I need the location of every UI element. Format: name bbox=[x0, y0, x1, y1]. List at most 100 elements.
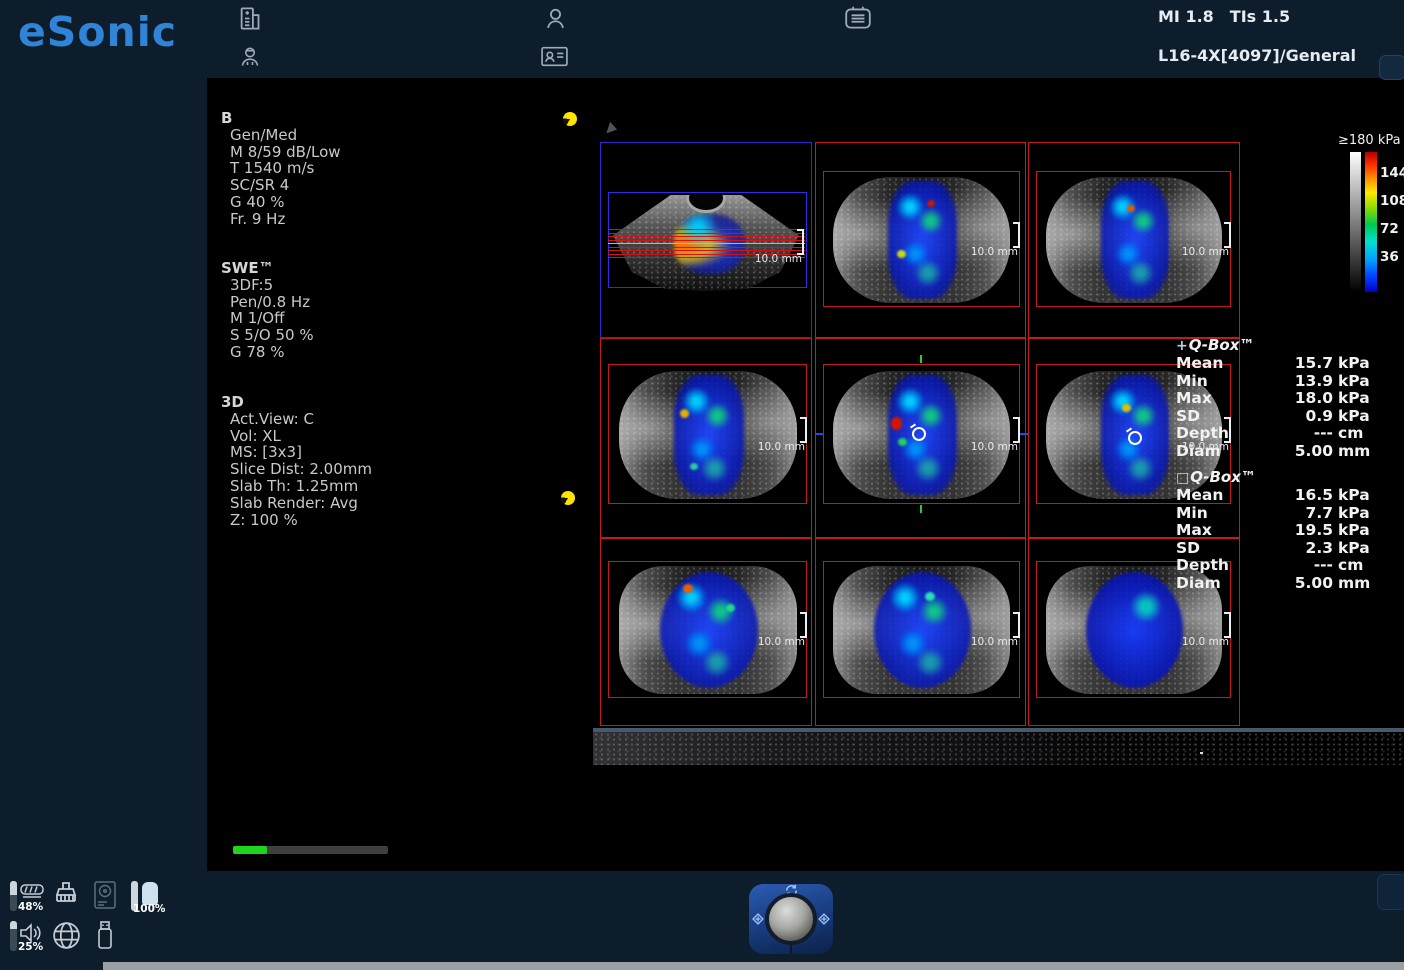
trackball-divider bbox=[790, 944, 792, 954]
colorbar-tick: 36 bbox=[1380, 249, 1399, 265]
scale-bracket-icon bbox=[1013, 417, 1020, 443]
scale-bracket-icon bbox=[1013, 612, 1020, 638]
tis-value: TIs 1.5 bbox=[1230, 7, 1290, 26]
app-logo: eSonic bbox=[18, 8, 177, 56]
param-line: Act.View: C bbox=[221, 411, 372, 428]
qbox-roi-circle[interactable] bbox=[1128, 431, 1142, 445]
b-mode-params: B Gen/Med M 8/59 dB/Low T 1540 m/s SC/SR… bbox=[221, 110, 341, 228]
param-line: Vol: XL bbox=[221, 428, 372, 445]
slice-roi-box: 10.0 mm bbox=[823, 561, 1020, 698]
pan-left-icon[interactable] bbox=[751, 912, 765, 931]
side-panel-tab-top[interactable] bbox=[1379, 55, 1404, 80]
measurement-row: Mean16.5kPa bbox=[1176, 487, 1374, 505]
patient-icon[interactable] bbox=[543, 5, 568, 32]
scale-label: 10.0 mm bbox=[1182, 636, 1229, 648]
bottom-taskbar bbox=[103, 962, 1404, 970]
slice-cell[interactable]: 10.0 mm bbox=[600, 338, 812, 538]
qbox2-title: Q-Box™ bbox=[1190, 468, 1256, 486]
measurement-row: SD0.9kPa bbox=[1176, 408, 1374, 426]
slice-cell[interactable]: 10.0 mm bbox=[815, 142, 1026, 338]
trackball-ball[interactable] bbox=[765, 893, 817, 945]
ultrasound-slice-image bbox=[619, 371, 797, 499]
scale-marker: 10.0 mm bbox=[1013, 417, 1020, 443]
report-icon[interactable] bbox=[843, 4, 873, 32]
acoustic-indices: MI 1.8 TIs 1.5 bbox=[1158, 7, 1290, 26]
hard-disk-icon bbox=[93, 880, 117, 910]
ultrasound-slice-image bbox=[619, 566, 797, 694]
axis-tick-icon bbox=[920, 355, 922, 363]
measurement-row: Mean15.7kPa bbox=[1176, 355, 1374, 373]
operator-icon[interactable] bbox=[238, 43, 262, 70]
scale-marker: 10.0 mm bbox=[1224, 222, 1231, 248]
scale-label: 10.0 mm bbox=[971, 441, 1018, 453]
battery-icon bbox=[142, 882, 158, 905]
param-line: T 1540 m/s bbox=[221, 160, 341, 177]
slice-cell[interactable]: 10.0 mm bbox=[600, 538, 812, 726]
usb-icon[interactable] bbox=[94, 920, 116, 952]
slice-roi-box: 10.0 mm bbox=[1036, 171, 1231, 307]
probe-preset-label[interactable]: L16-4X[4097]/General bbox=[1158, 46, 1356, 65]
scale-bracket-icon bbox=[800, 417, 807, 443]
strip-dot bbox=[1200, 752, 1203, 754]
mi-value: MI 1.8 bbox=[1158, 7, 1214, 26]
side-panel-tab-bottom[interactable] bbox=[1377, 874, 1404, 910]
param-line: G 78 % bbox=[221, 344, 314, 361]
qbox2-marker: □ bbox=[1176, 470, 1189, 486]
network-icon[interactable] bbox=[50, 919, 83, 952]
slice-cell-active[interactable]: 10.0 mm bbox=[815, 338, 1026, 538]
measurement-row: Min7.7kPa bbox=[1176, 505, 1374, 523]
scale-label: 10.0 mm bbox=[755, 253, 802, 265]
measurement-row: Diam5.00mm bbox=[1176, 575, 1374, 593]
battery-percent: 100% bbox=[133, 903, 165, 915]
slice-roi-box: 10.0 mm bbox=[608, 561, 807, 698]
measurement-row: Min13.9kPa bbox=[1176, 373, 1374, 391]
pan-right-icon[interactable] bbox=[817, 912, 831, 931]
grayscale-bar bbox=[1350, 152, 1361, 292]
param-line: Slice Dist: 2.00mm bbox=[221, 461, 372, 478]
scale-label: 10.0 mm bbox=[758, 636, 805, 648]
param-line: Gen/Med bbox=[221, 127, 341, 144]
slice-cell[interactable]: 10.0 mm bbox=[815, 538, 1026, 726]
scale-label: 10.0 mm bbox=[758, 441, 805, 453]
qbox-roi-circle[interactable] bbox=[912, 427, 926, 441]
param-line: MS: [3x3] bbox=[221, 444, 372, 461]
gel-warmer-percent: 48% bbox=[18, 901, 43, 913]
param-line: Slab Th: 1.25mm bbox=[221, 478, 372, 495]
param-line: Pen/0.8 Hz bbox=[221, 294, 314, 311]
param-line: M 8/59 dB/Low bbox=[221, 144, 341, 161]
param-line: M 1/Off bbox=[221, 310, 314, 327]
scale-marker: 10.0 mm bbox=[1013, 612, 1020, 638]
patient-id-icon[interactable] bbox=[540, 43, 569, 69]
brush-icon[interactable] bbox=[50, 879, 82, 911]
gel-warmer-level bbox=[10, 881, 17, 911]
param-line: Slab Render: Avg bbox=[221, 495, 372, 512]
trackball-control[interactable] bbox=[749, 884, 833, 954]
progress-fill bbox=[233, 846, 267, 854]
slice-cell-reference[interactable]: 10.0 mm bbox=[600, 142, 812, 338]
reference-strip-image bbox=[593, 732, 1404, 765]
qbox-panel-1: + Q-Box™ Mean15.7kPa Min13.9kPa Max18.0k… bbox=[1176, 336, 1374, 461]
scale-bracket-icon bbox=[1013, 222, 1020, 248]
colorbar-tick: 72 bbox=[1380, 221, 1399, 237]
scale-bracket-icon bbox=[797, 229, 804, 255]
colorbar-max-label: ≥180 kPa bbox=[1338, 133, 1401, 148]
ultrasound-slice-image bbox=[833, 566, 1010, 694]
param-line: Z: 100 % bbox=[221, 512, 372, 529]
slice-cell[interactable]: 10.0 mm bbox=[1028, 142, 1240, 338]
measurement-row: Max19.5kPa bbox=[1176, 522, 1374, 540]
pointer-cursor bbox=[606, 122, 618, 136]
slice-roi-box: 10.0 mm bbox=[823, 171, 1020, 307]
hospital-icon[interactable] bbox=[236, 5, 263, 32]
gel-warmer-icon[interactable] bbox=[19, 882, 45, 900]
measurement-row: Max18.0kPa bbox=[1176, 390, 1374, 408]
probe-orientation-icon bbox=[561, 491, 575, 505]
axis-tick-icon bbox=[1020, 433, 1028, 435]
measurement-row: Depth---cm bbox=[1176, 425, 1374, 443]
param-line: 3DF:5 bbox=[221, 277, 314, 294]
acquisition-progress-bar bbox=[233, 846, 388, 854]
b-mode-title: B bbox=[221, 110, 341, 127]
scale-marker: 10.0 mm bbox=[797, 229, 804, 255]
measurement-row: SD2.3kPa bbox=[1176, 540, 1374, 558]
swe-title: SWE™ bbox=[221, 260, 314, 277]
slice-roi-box: 10.0 mm bbox=[608, 364, 807, 504]
